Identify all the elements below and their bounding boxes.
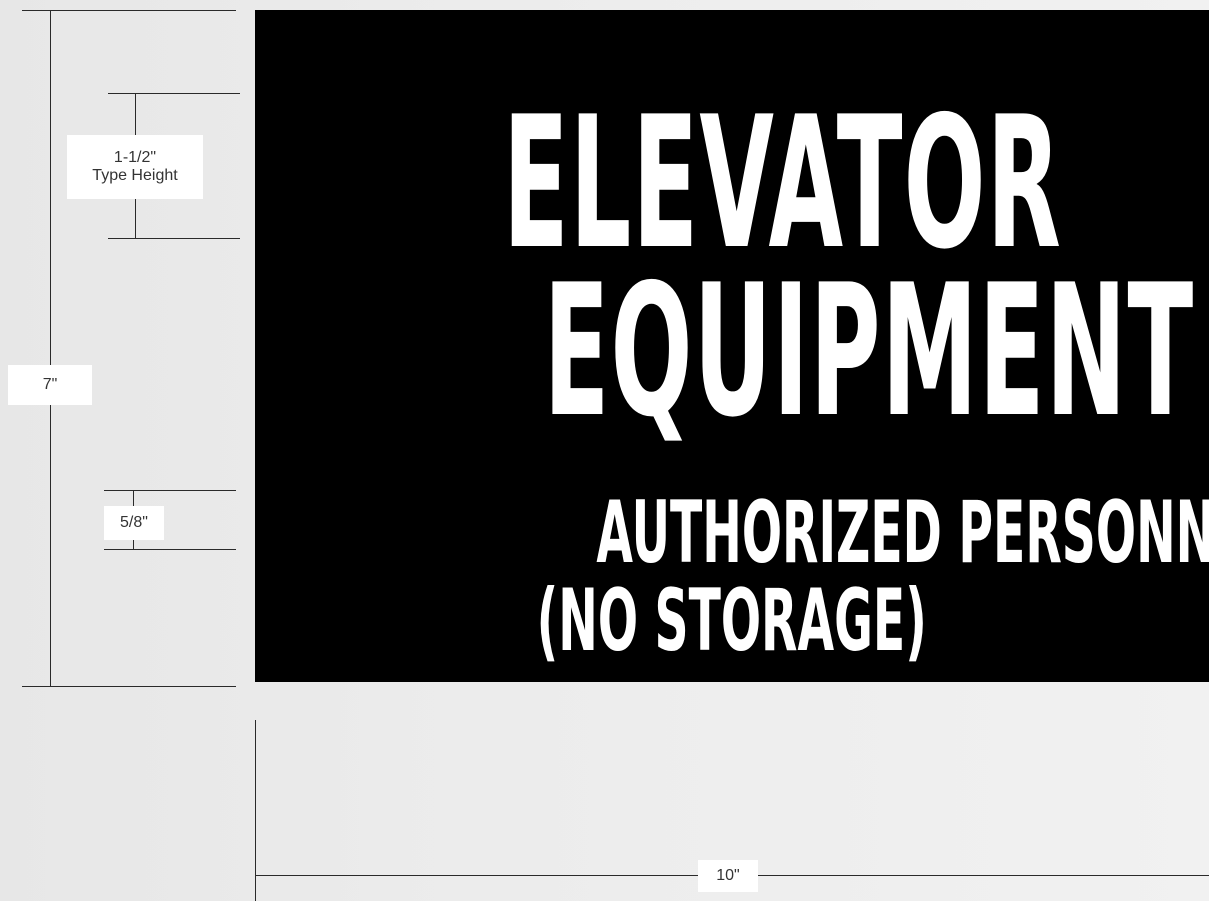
subtext-height-top-line bbox=[104, 490, 236, 491]
height-top-extension-line bbox=[22, 10, 236, 11]
subtext-height-bottom-line bbox=[104, 549, 236, 550]
width-left-extension-line bbox=[255, 720, 256, 901]
type-height-caption: Type Height bbox=[92, 167, 178, 184]
type-height-top-line bbox=[108, 93, 240, 94]
type-height-bottom-line bbox=[108, 238, 240, 239]
sign-panel: ELEVATOR EQUIPMENT AUTHORIZED PERSONNEL … bbox=[255, 10, 1209, 682]
sign-title-line-2: EQUIPMENT bbox=[543, 245, 1195, 457]
height-dimension-line bbox=[50, 10, 51, 686]
subtext-height-label: 5/8" bbox=[104, 506, 164, 540]
sign-subtext-line-1: AUTHORIZED PERSONNEL ONLY bbox=[596, 483, 1209, 583]
overall-height-label: 7" bbox=[8, 365, 92, 405]
type-height-value: 1-1/2" bbox=[113, 149, 157, 167]
height-bottom-extension-line bbox=[22, 686, 236, 687]
sign-subtext-line-2: (NO STORAGE) bbox=[536, 571, 928, 671]
type-height-label: 1-1/2" Type Height bbox=[67, 135, 203, 199]
overall-width-label: 10" bbox=[698, 860, 758, 892]
